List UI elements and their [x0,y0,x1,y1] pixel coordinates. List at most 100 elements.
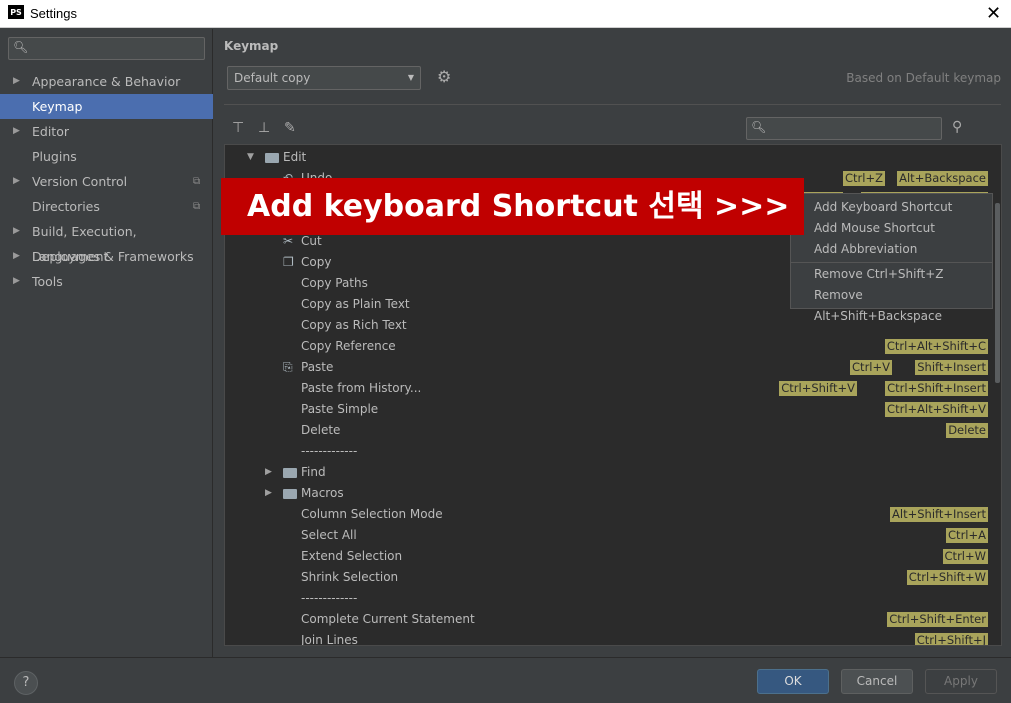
tree-row-label: Copy as Rich Text [301,318,407,332]
sidebar-item-editor[interactable]: ▶ Editor [0,119,213,144]
context-menu: Add Keyboard Shortcut Add Mouse Shortcut… [790,193,993,323]
shortcut-badge: Ctrl+A [946,528,988,543]
tree-row-label: ------------- [301,591,358,605]
tree-row-label: Complete Current Statement [301,612,475,626]
project-level-icon: ⧉ [193,201,201,212]
gear-icon[interactable]: ⚙ [437,67,451,86]
shortcut-badge: Ctrl+Alt+Shift+C [884,339,988,354]
tree-action-row[interactable]: ------------- [225,441,1001,462]
shortcut-badge: Ctrl+Shift+Enter [887,612,988,627]
tree-row-label: Shrink Selection [301,570,399,584]
collapse-all-icon[interactable]: ⊥ [258,120,270,136]
tree-row-label: Copy Paths [301,276,368,290]
shortcut-badge: Ctrl+W [942,549,988,564]
menu-separator [791,262,992,263]
chevron-right-icon[interactable]: ▶ [13,269,20,294]
tree-action-row[interactable]: Copy Reference Ctrl+Alt+Shift+C [225,336,1001,357]
tree-row-label: Copy as Plain Text [301,297,410,311]
menu-item-add-mouse-shortcut[interactable]: Add Mouse Shortcut [791,218,992,239]
chevron-right-icon[interactable]: ▶ [13,69,20,94]
annotation-banner: Add keyboard Shortcut 선택 >>> [221,178,804,235]
shortcut-badge: Ctrl+Shift+W [906,570,988,585]
menu-item-add-keyboard-shortcut[interactable]: Add Keyboard Shortcut [791,197,992,218]
menu-item-remove-shortcut-1[interactable]: Remove Ctrl+Shift+Z [791,264,992,285]
chevron-down-icon: ▼ [407,73,414,82]
sidebar-item-label: Plugins [32,149,77,164]
keymap-select-value: Default copy [234,71,311,85]
chevron-right-icon[interactable]: ▶ [265,483,272,504]
sidebar-item-version-control[interactable]: ▶ Version Control ⧉ [0,169,213,194]
scrollbar[interactable] [995,203,1000,383]
sidebar-item-label: Directories [32,199,100,214]
search-icon: 🔍︎ [751,120,767,134]
cancel-button[interactable]: Cancel [841,669,913,694]
tree-row-label: Macros [301,486,344,500]
tree-folder-row[interactable]: ▶ Find [225,462,1001,483]
sidebar-item-tools[interactable]: ▶ Tools [0,269,213,294]
tree-action-row[interactable]: Delete Delete [225,420,1001,441]
shortcut-badge: Delete [946,423,988,438]
shortcut-badge: Alt+Backspace [897,171,988,186]
tree-folder-row[interactable]: ▼ Edit [225,147,1001,168]
ok-button[interactable]: OK [757,669,829,694]
folder-icon [283,489,297,499]
keymap-select[interactable]: Default copy ▼ [227,66,421,90]
settings-sidebar: 🔍︎ ▶ Appearance & Behavior Keymap ▶ Editor Pl… [0,29,213,657]
tree-action-row[interactable]: Extend Selection Ctrl+W [225,546,1001,567]
paste-icon: ⎘ [283,360,293,374]
tree-folder-row[interactable]: ▶ Macros [225,483,1001,504]
chevron-right-icon[interactable]: ▶ [13,219,20,244]
shortcut-badge: Ctrl+Shift+V [779,381,857,396]
chevron-right-icon[interactable]: ▶ [13,119,20,144]
tree-row-label: Copy Reference [301,339,396,353]
tree-row-label: Join Lines [301,633,358,646]
apply-button[interactable]: Apply [925,669,997,694]
tree-row-label: Paste from History... [301,381,422,395]
edit-icon[interactable]: ✎ [284,120,296,136]
sidebar-item-label: Keymap [32,99,83,114]
tree-row-label: Select All [301,528,357,542]
sidebar-item-languages-frameworks[interactable]: ▶ Languages & Frameworks [0,244,213,269]
tree-action-row[interactable]: ------------- [225,588,1001,609]
help-button[interactable]: ? [14,671,38,695]
tree-row-label: Extend Selection [301,549,403,563]
sidebar-item-build-execution-deployment[interactable]: ▶ Build, Execution, Deployment [0,219,213,264]
folder-icon [283,468,297,478]
sidebar-item-plugins[interactable]: Plugins [0,144,213,169]
chevron-right-icon[interactable]: ▶ [265,462,272,483]
copy-icon: ❐ [283,255,294,269]
tree-action-row[interactable]: Join Lines Ctrl+Shift+J [225,630,1001,646]
tree-action-row[interactable]: Column Selection Mode Alt+Shift+Insert [225,504,1001,525]
tree-row-label: Paste Simple [301,402,379,416]
tree-row-label: Edit [283,150,307,164]
sidebar-search-input[interactable]: 🔍︎ [8,37,205,60]
project-level-icon: ⧉ [193,176,201,187]
sidebar-item-appearance-behavior[interactable]: ▶ Appearance & Behavior [0,69,213,94]
tree-row-label: Copy [301,255,332,269]
shortcut-badge: Ctrl+Shift+J [914,633,988,646]
tree-action-row[interactable]: Complete Current Statement Ctrl+Shift+Ent… [225,609,1001,630]
sidebar-item-label: Tools [32,274,63,289]
shortcut-badge: Ctrl+Alt+Shift+V [885,402,988,417]
chevron-right-icon[interactable]: ▶ [13,169,20,194]
close-icon[interactable]: ✕ [986,3,1001,24]
sidebar-item-directories[interactable]: Directories ⧉ [0,194,213,219]
sidebar-item-label: Languages & Frameworks [32,249,194,264]
tree-action-row[interactable]: Paste from History... Ctrl+Shift+Insert Ct… [225,378,1001,399]
tree-action-row[interactable]: Shrink Selection Ctrl+Shift+W [225,567,1001,588]
chevron-down-icon[interactable]: ▼ [247,147,254,168]
tree-action-row[interactable]: Paste Simple Ctrl+Alt+Shift+V [225,399,1001,420]
tree-row-label: Paste [301,360,334,374]
chevron-right-icon[interactable]: ▶ [13,244,20,269]
keymap-panel: Keymap Default copy ▼ ⚙ Based on Default… [214,29,1011,657]
tree-action-row[interactable]: ⎘ Paste Shift+Insert Ctrl+V [225,357,1001,378]
tree-action-row[interactable]: Select All Ctrl+A [225,525,1001,546]
expand-all-icon[interactable]: ⊤ [232,120,244,136]
menu-item-remove-shortcut-2[interactable]: Remove Alt+Shift+Backspace [791,285,992,323]
sidebar-item-label: Appearance & Behavior [32,74,181,89]
menu-item-add-abbreviation[interactable]: Add Abbreviation [791,239,992,260]
find-by-shortcut-icon[interactable]: ⚲ [952,119,962,135]
keymap-search-input[interactable]: 🔍︎ [746,117,942,140]
sidebar-item-keymap[interactable]: Keymap [0,94,213,119]
search-icon: 🔍︎ [13,40,29,54]
